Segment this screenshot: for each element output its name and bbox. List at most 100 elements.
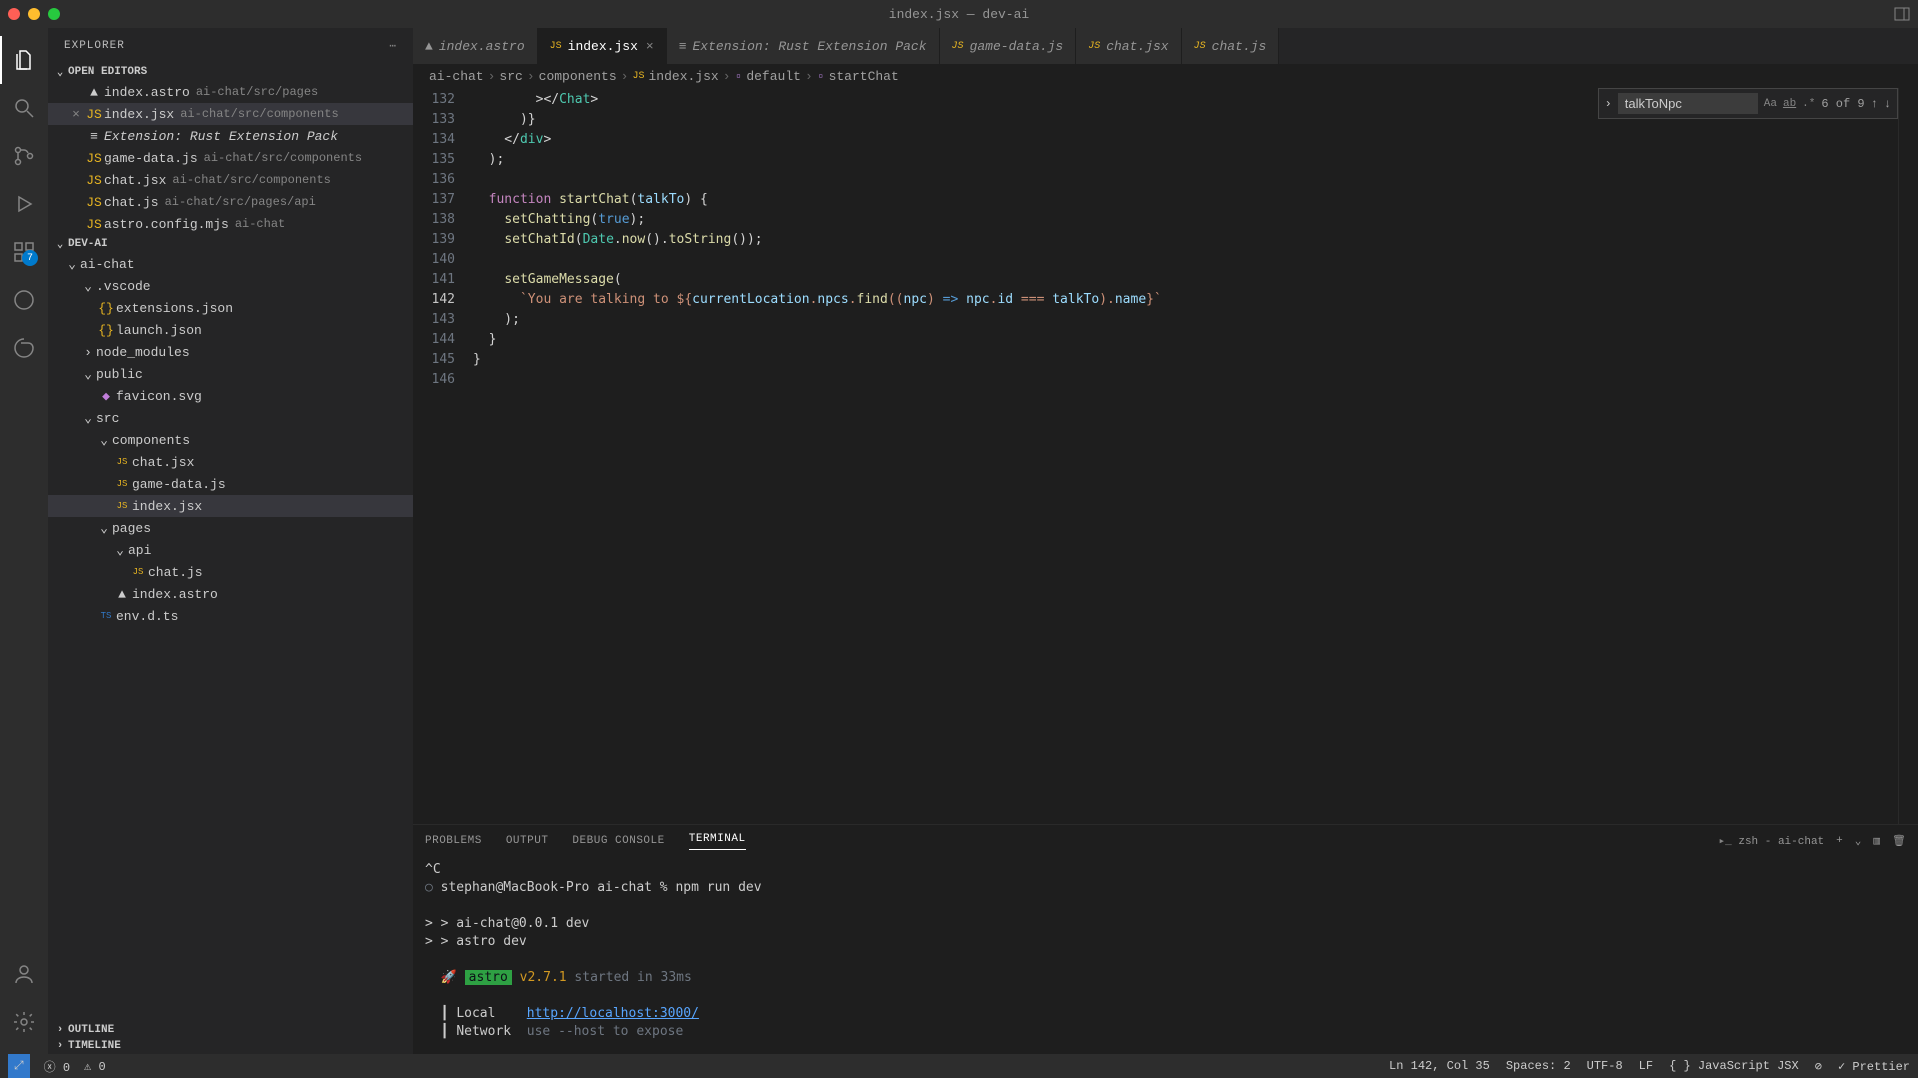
js-file-icon: JS xyxy=(112,479,132,489)
file-item[interactable]: TSenv.d.ts xyxy=(48,605,413,627)
eol-status[interactable]: LF xyxy=(1639,1059,1653,1073)
problems-tab[interactable]: PROBLEMS xyxy=(425,835,482,847)
breadcrumb[interactable]: ai-chat› src› components› JS index.jsx› … xyxy=(413,64,1918,88)
terminal-dropdown-icon[interactable]: ⌄ xyxy=(1855,834,1862,848)
open-editor-item[interactable]: JS game-data.js ai-chat/src/components xyxy=(48,147,413,169)
open-editor-item[interactable]: ▲ index.astro ai-chat/src/pages xyxy=(48,81,413,103)
new-terminal-icon[interactable]: + xyxy=(1836,835,1843,847)
explorer-title: EXPLORER xyxy=(64,40,125,52)
terminal-shell-label[interactable]: ▸_ zsh - ai-chat xyxy=(1719,834,1825,848)
kill-terminal-icon[interactable]: 🗑 xyxy=(1892,834,1906,848)
file-item[interactable]: JSindex.jsx xyxy=(48,495,413,517)
indent-status[interactable]: Spaces: 2 xyxy=(1506,1059,1571,1073)
find-input[interactable] xyxy=(1618,93,1758,114)
line-gutter: 1321331341351361371381391401411421431441… xyxy=(413,88,473,824)
astro-file-icon: ▲ xyxy=(84,85,104,100)
prettier-status[interactable]: ✓ Prettier xyxy=(1838,1059,1910,1074)
shell-icon: ▸_ xyxy=(1719,836,1732,848)
editor-tab[interactable]: JSindex.jsx× xyxy=(538,28,667,64)
file-item[interactable]: ▲index.astro xyxy=(48,583,413,605)
status-warnings[interactable]: ⚠ 0 xyxy=(84,1059,106,1074)
js-file-icon: JS xyxy=(1194,41,1206,52)
edge-activity-icon[interactable] xyxy=(0,276,48,324)
project-section[interactable]: ⌄ DEV-AI xyxy=(48,235,413,253)
source-control-activity-icon[interactable] xyxy=(0,132,48,180)
explorer-more-icon[interactable]: ⋯ xyxy=(389,39,397,53)
timeline-section[interactable]: › TIMELINE xyxy=(48,1038,413,1054)
open-editor-item[interactable]: ×JS index.jsx ai-chat/src/components xyxy=(48,103,413,125)
search-activity-icon[interactable] xyxy=(0,84,48,132)
chevron-down-icon: ⌄ xyxy=(52,65,68,79)
folder-item[interactable]: ⌄public xyxy=(48,363,413,385)
settings-gear-icon[interactable] xyxy=(0,998,48,1046)
chevron-down-icon: ⌄ xyxy=(80,367,96,382)
folder-item[interactable]: ›node_modules xyxy=(48,341,413,363)
output-tab[interactable]: OUTPUT xyxy=(506,835,549,847)
js-file-icon: JS xyxy=(84,195,104,210)
debug-console-tab[interactable]: DEBUG CONSOLE xyxy=(572,835,664,847)
js-file-icon: JS xyxy=(84,217,104,232)
outline-section[interactable]: › OUTLINE xyxy=(48,1022,413,1038)
debug-activity-icon[interactable] xyxy=(0,180,48,228)
find-prev-icon[interactable]: ↑ xyxy=(1871,97,1878,111)
minimize-window-button[interactable] xyxy=(28,8,40,20)
match-case-icon[interactable]: Aa xyxy=(1764,98,1777,110)
folder-item[interactable]: ⌄.vscode xyxy=(48,275,413,297)
chevron-down-icon: ⌄ xyxy=(96,521,112,536)
file-item[interactable]: JSgame-data.js xyxy=(48,473,413,495)
open-editor-item[interactable]: JS astro.config.mjs ai-chat xyxy=(48,213,413,235)
editor-tab[interactable]: ≡Extension: Rust Extension Pack xyxy=(667,28,940,64)
file-item[interactable]: JSchat.jsx xyxy=(48,451,413,473)
json-file-icon: {} xyxy=(96,301,116,316)
language-mode[interactable]: { } JavaScript JSX xyxy=(1669,1059,1799,1073)
editor-tab[interactable]: JSchat.jsx xyxy=(1076,28,1181,64)
regex-icon[interactable]: .* xyxy=(1802,98,1815,110)
open-editors-section[interactable]: ⌄ OPEN EDITORS xyxy=(48,63,413,81)
svg-file-icon: ◆ xyxy=(96,389,116,404)
open-editor-item[interactable]: ≡ Extension: Rust Extension Pack xyxy=(48,125,413,147)
chevron-right-icon[interactable]: › xyxy=(1605,97,1612,111)
open-editor-item[interactable]: JS chat.js ai-chat/src/pages/api xyxy=(48,191,413,213)
file-item[interactable]: {}extensions.json xyxy=(48,297,413,319)
layout-toggle-icon[interactable] xyxy=(1894,6,1910,22)
file-item[interactable]: JSchat.js xyxy=(48,561,413,583)
file-item[interactable]: {}launch.json xyxy=(48,319,413,341)
match-word-icon[interactable]: ab xyxy=(1783,98,1796,110)
split-terminal-icon[interactable]: ▥ xyxy=(1873,834,1880,848)
open-editor-item[interactable]: JS chat.jsx ai-chat/src/components xyxy=(48,169,413,191)
folder-item[interactable]: ⌄ai-chat xyxy=(48,253,413,275)
close-tab-icon[interactable]: × xyxy=(646,39,654,54)
edge-tools-activity-icon[interactable] xyxy=(0,324,48,372)
terminal-tab[interactable]: TERMINAL xyxy=(689,833,746,850)
json-file-icon: {} xyxy=(96,323,116,338)
localhost-link[interactable]: http://localhost:3000/ xyxy=(527,1006,699,1021)
file-item[interactable]: ◆favicon.svg xyxy=(48,385,413,407)
folder-item[interactable]: ⌄components xyxy=(48,429,413,451)
code-content[interactable]: ></Chat> )} </div> ); function startChat… xyxy=(473,88,1898,824)
extensions-activity-icon[interactable]: 7 xyxy=(0,228,48,276)
folder-item[interactable]: ⌄src xyxy=(48,407,413,429)
close-editor-icon[interactable]: × xyxy=(68,107,84,122)
folder-item[interactable]: ⌄pages xyxy=(48,517,413,539)
remote-indicator[interactable]: ⤢ xyxy=(8,1054,30,1078)
status-errors[interactable]: ⓧ 0 xyxy=(44,1058,70,1075)
js-file-icon: JS xyxy=(632,71,644,82)
close-window-button[interactable] xyxy=(8,8,20,20)
cursor-position[interactable]: Ln 142, Col 35 xyxy=(1389,1059,1490,1073)
chevron-down-icon: ⌄ xyxy=(80,411,96,426)
editor-tab[interactable]: JSgame-data.js xyxy=(940,28,1077,64)
terminal-body[interactable]: ^C ○ stephan@MacBook-Pro ai-chat % npm r… xyxy=(413,857,1918,1054)
editor-tab[interactable]: ▲index.astro xyxy=(413,28,538,64)
folder-item[interactable]: ⌄api xyxy=(48,539,413,561)
editor-body[interactable]: 1321331341351361371381391401411421431441… xyxy=(413,88,1918,824)
minimap[interactable] xyxy=(1898,88,1918,824)
explorer-activity-icon[interactable] xyxy=(0,36,48,84)
window-title: index.jsx — dev-ai xyxy=(889,7,1029,22)
extension-icon: ≡ xyxy=(679,39,687,54)
editor-tab[interactable]: JSchat.js xyxy=(1182,28,1280,64)
account-icon[interactable] xyxy=(0,950,48,998)
maximize-window-button[interactable] xyxy=(48,8,60,20)
find-next-icon[interactable]: ↓ xyxy=(1884,97,1891,111)
encoding-status[interactable]: UTF-8 xyxy=(1587,1059,1623,1073)
eslint-status[interactable]: ⊘ xyxy=(1815,1059,1822,1074)
